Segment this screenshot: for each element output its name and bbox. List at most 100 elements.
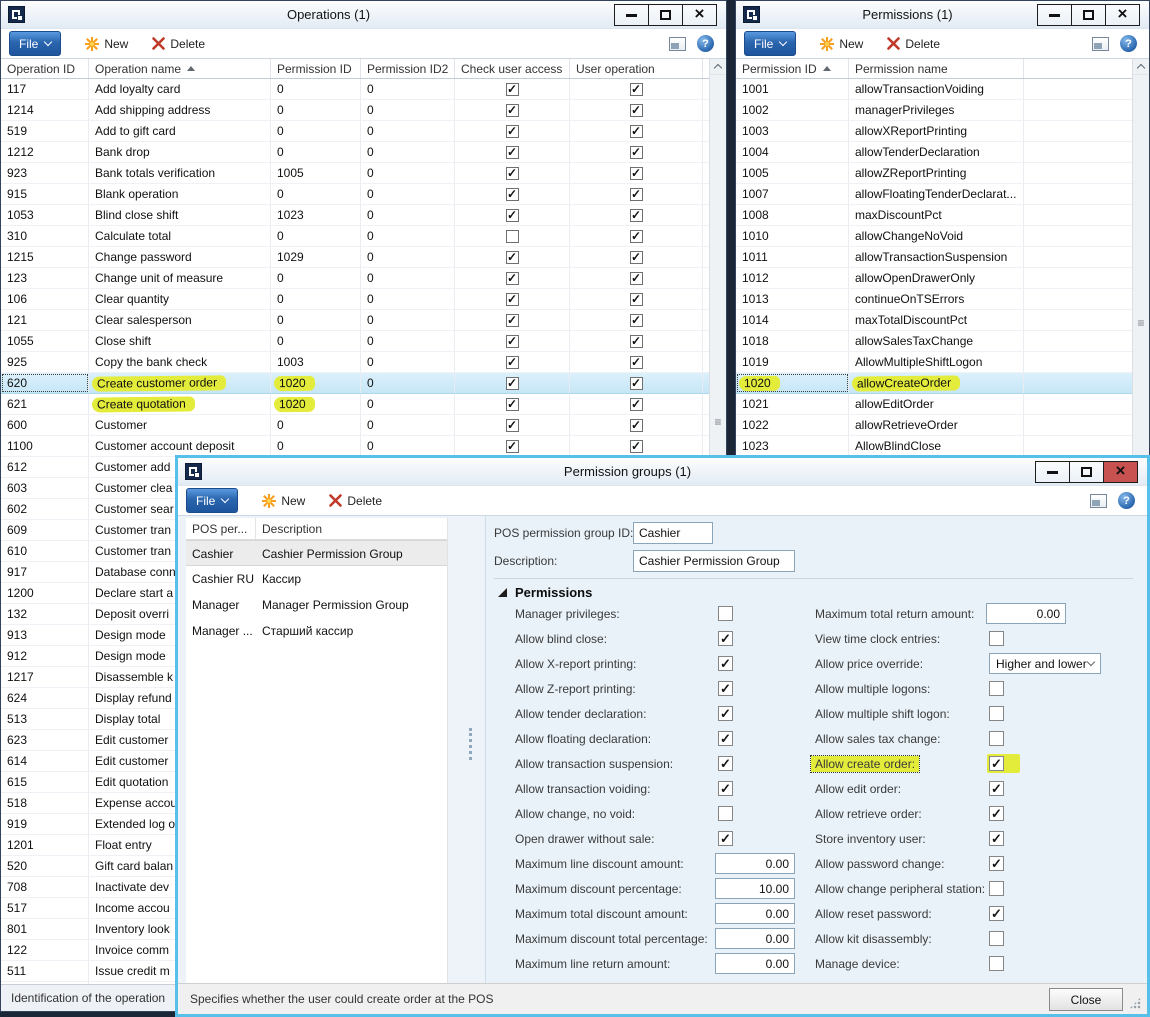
- table-row[interactable]: 1014maxTotalDiscountPct: [736, 310, 1132, 331]
- list-item[interactable]: CashierCashier Permission Group: [186, 540, 447, 566]
- checkbox[interactable]: ✓: [506, 167, 519, 180]
- column-header[interactable]: Permission ID2: [361, 59, 455, 78]
- column-header[interactable]: Permission ID: [736, 59, 849, 78]
- amount-input[interactable]: [986, 603, 1066, 624]
- table-row[interactable]: 1008maxDiscountPct: [736, 205, 1132, 226]
- table-row[interactable]: 915Blank operation00✓✓: [1, 184, 709, 205]
- table-row[interactable]: 620Create customer order10200✓✓: [1, 373, 709, 394]
- checkbox[interactable]: ✓: [506, 146, 519, 159]
- list-item[interactable]: Manager ...Старший кассир: [186, 618, 447, 644]
- layout-pane-icon[interactable]: [1090, 494, 1107, 508]
- table-row[interactable]: 1023AllowBlindClose: [736, 436, 1132, 457]
- operations-titlebar[interactable]: Operations (1) ×: [1, 1, 726, 29]
- checkbox[interactable]: ✓: [630, 377, 643, 390]
- table-row[interactable]: 1214Add shipping address00✓✓: [1, 100, 709, 121]
- checkbox[interactable]: ✓: [989, 906, 1004, 921]
- delete-button[interactable]: Delete: [329, 494, 382, 508]
- close-form-button[interactable]: Close: [1049, 988, 1123, 1011]
- table-row[interactable]: 121Clear salesperson00✓✓: [1, 310, 709, 331]
- column-header[interactable]: Operation ID: [1, 59, 89, 78]
- checkbox[interactable]: ✓: [630, 356, 643, 369]
- checkbox[interactable]: ✓: [506, 209, 519, 222]
- list-item[interactable]: Cashier RUКассир: [186, 566, 447, 592]
- table-row[interactable]: 1021allowEditOrder: [736, 394, 1132, 415]
- checkbox[interactable]: ✓: [506, 377, 519, 390]
- checkbox[interactable]: ✓: [630, 125, 643, 138]
- checkbox[interactable]: ✓: [506, 104, 519, 117]
- new-button[interactable]: New: [262, 494, 305, 508]
- checkbox[interactable]: ✓: [630, 188, 643, 201]
- close-button[interactable]: ×: [1103, 461, 1138, 483]
- table-row[interactable]: 1020allowCreateOrder: [736, 373, 1132, 394]
- checkbox[interactable]: ✓: [630, 398, 643, 411]
- checkbox[interactable]: ✓: [506, 398, 519, 411]
- table-row[interactable]: 1001allowTransactionVoiding: [736, 79, 1132, 100]
- table-row[interactable]: 621Create quotation10200✓✓: [1, 394, 709, 415]
- checkbox[interactable]: ✓: [630, 230, 643, 243]
- checkbox[interactable]: ✓: [506, 314, 519, 327]
- column-header[interactable]: User operation: [570, 59, 703, 78]
- checkbox[interactable]: ✓: [989, 856, 1004, 871]
- table-row[interactable]: 117Add loyalty card00✓✓: [1, 79, 709, 100]
- table-row[interactable]: 1005allowZReportPrinting: [736, 163, 1132, 184]
- table-row[interactable]: 1212Bank drop00✓✓: [1, 142, 709, 163]
- table-row[interactable]: 1019AllowMultipleShiftLogon: [736, 352, 1132, 373]
- checkbox[interactable]: ✓: [989, 806, 1004, 821]
- close-button[interactable]: ×: [1105, 4, 1140, 26]
- checkbox[interactable]: [989, 706, 1004, 721]
- permissions-titlebar[interactable]: Permissions (1) ×: [736, 1, 1149, 29]
- new-button[interactable]: New: [85, 37, 128, 51]
- checkbox[interactable]: ✓: [506, 356, 519, 369]
- checkbox[interactable]: [989, 956, 1004, 971]
- column-header[interactable]: Operation name: [89, 59, 271, 78]
- table-row[interactable]: 1013continueOnTSErrors: [736, 289, 1132, 310]
- permissions-section-header[interactable]: Permissions: [498, 585, 592, 600]
- column-header[interactable]: Check user access: [455, 59, 570, 78]
- checkbox[interactable]: ✓: [630, 419, 643, 432]
- checkbox[interactable]: ✓: [989, 756, 1004, 771]
- maximize-button[interactable]: [1071, 4, 1106, 26]
- checkbox[interactable]: ✓: [630, 335, 643, 348]
- checkbox[interactable]: ✓: [630, 209, 643, 222]
- layout-pane-icon[interactable]: [669, 37, 686, 51]
- layout-pane-icon[interactable]: [1092, 37, 1109, 51]
- price-override-select[interactable]: Higher and lower: [989, 653, 1101, 674]
- checkbox[interactable]: ✓: [630, 272, 643, 285]
- close-button[interactable]: ×: [682, 4, 717, 26]
- checkbox[interactable]: ✓: [506, 419, 519, 432]
- splitter-handle[interactable]: [469, 728, 472, 760]
- help-icon[interactable]: ?: [697, 35, 714, 52]
- column-header[interactable]: POS per...: [186, 518, 256, 539]
- table-row[interactable]: 1010allowChangeNoVoid: [736, 226, 1132, 247]
- checkbox[interactable]: ✓: [506, 125, 519, 138]
- checkbox[interactable]: ✓: [630, 146, 643, 159]
- scroll-up-button[interactable]: [1133, 59, 1149, 75]
- scroll-up-button[interactable]: [710, 59, 726, 75]
- table-row[interactable]: 106Clear quantity00✓✓: [1, 289, 709, 310]
- table-row[interactable]: 1215Change password10290✓✓: [1, 247, 709, 268]
- scrollbar-thumb[interactable]: ≡: [710, 418, 726, 426]
- table-row[interactable]: 310Calculate total00✓: [1, 226, 709, 247]
- permission-groups-titlebar[interactable]: Permission groups (1) ×: [178, 458, 1147, 486]
- new-button[interactable]: New: [820, 37, 863, 51]
- checkbox[interactable]: ✓: [506, 83, 519, 96]
- table-row[interactable]: 1002managerPrivileges: [736, 100, 1132, 121]
- checkbox[interactable]: ✓: [630, 251, 643, 264]
- table-row[interactable]: 925Copy the bank check10030✓✓: [1, 352, 709, 373]
- checkbox[interactable]: ✓: [630, 440, 643, 453]
- checkbox[interactable]: [989, 631, 1004, 646]
- table-row[interactable]: 519Add to gift card00✓✓: [1, 121, 709, 142]
- description-input[interactable]: [633, 550, 795, 572]
- help-icon[interactable]: ?: [1120, 35, 1137, 52]
- checkbox[interactable]: ✓: [989, 781, 1004, 796]
- column-header[interactable]: Permission ID: [271, 59, 361, 78]
- file-menu-button[interactable]: File: [186, 488, 238, 513]
- checkbox[interactable]: [989, 681, 1004, 696]
- table-row[interactable]: 1100Customer account deposit00✓✓: [1, 436, 709, 457]
- checkbox[interactable]: [989, 731, 1004, 746]
- minimize-button[interactable]: [1035, 461, 1070, 483]
- help-icon[interactable]: ?: [1118, 492, 1135, 509]
- table-row[interactable]: 1003allowXReportPrinting: [736, 121, 1132, 142]
- minimize-button[interactable]: [614, 4, 649, 26]
- delete-button[interactable]: Delete: [887, 37, 940, 51]
